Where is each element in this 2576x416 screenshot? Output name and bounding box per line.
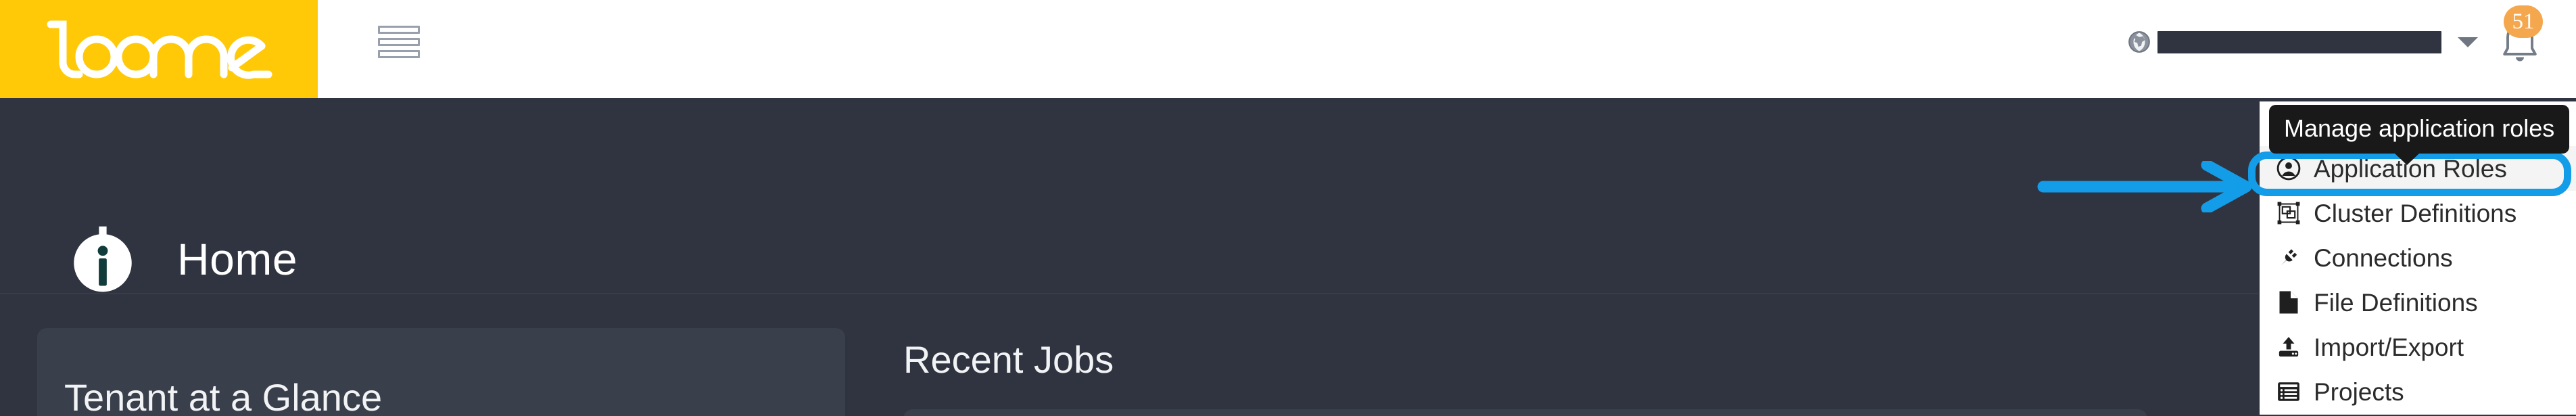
page-header: Home: [0, 98, 2576, 294]
app-root: 51 Home Tenant at a Glance Recent Jobs A…: [0, 0, 2576, 416]
menu-item-label: File Definitions: [2314, 288, 2478, 317]
menu-item-label: Connections: [2314, 244, 2453, 272]
menu-item-label: Cluster Definitions: [2314, 199, 2517, 227]
tenant-at-a-glance-title: Tenant at a Glance: [64, 376, 383, 416]
tenant-name-redacted: [2157, 30, 2441, 53]
recent-jobs-card: [903, 409, 2147, 416]
menu-item-label: Import/Export: [2314, 333, 2464, 361]
page-title: Home: [177, 234, 298, 284]
menu-item-import-export[interactable]: Import/Export: [2260, 325, 2576, 369]
notifications-button[interactable]: 51: [2487, 5, 2552, 78]
cluster-icon: [2276, 200, 2301, 226]
hamburger-menu[interactable]: [378, 26, 420, 58]
upload-icon: [2276, 334, 2301, 360]
tooltip-manage-application-roles: Manage application roles: [2269, 105, 2570, 165]
loome-logo[interactable]: [0, 0, 318, 98]
tenant-selector[interactable]: [2128, 26, 2478, 58]
menu-item-file-definitions[interactable]: File Definitions: [2260, 280, 2576, 325]
page-content: Tenant at a Glance Recent Jobs: [0, 296, 2576, 416]
globe-icon: [2128, 31, 2150, 53]
hamburger-bar-3: [378, 50, 420, 58]
top-bar: 51: [0, 0, 2576, 98]
recent-jobs-title: Recent Jobs: [903, 338, 1114, 381]
hamburger-bar-1: [378, 26, 420, 34]
menu-item-label: Projects: [2314, 377, 2404, 406]
notification-count-badge: 51: [2504, 5, 2543, 38]
user-circle-icon: [2276, 156, 2301, 181]
menu-item-connections[interactable]: Connections: [2260, 235, 2576, 280]
hamburger-bar-2: [378, 38, 420, 46]
loome-logo-icon: [47, 20, 272, 79]
info-circle-icon: [74, 226, 132, 292]
list-icon: [2276, 379, 2301, 405]
file-icon: [2276, 290, 2301, 315]
menu-item-cluster-definitions[interactable]: Cluster Definitions: [2260, 191, 2576, 235]
chevron-down-icon[interactable]: [2458, 37, 2478, 47]
plug-icon: [2276, 245, 2301, 271]
tenant-at-a-glance-card: Tenant at a Glance: [37, 328, 845, 416]
menu-item-projects[interactable]: Projects: [2260, 369, 2576, 414]
